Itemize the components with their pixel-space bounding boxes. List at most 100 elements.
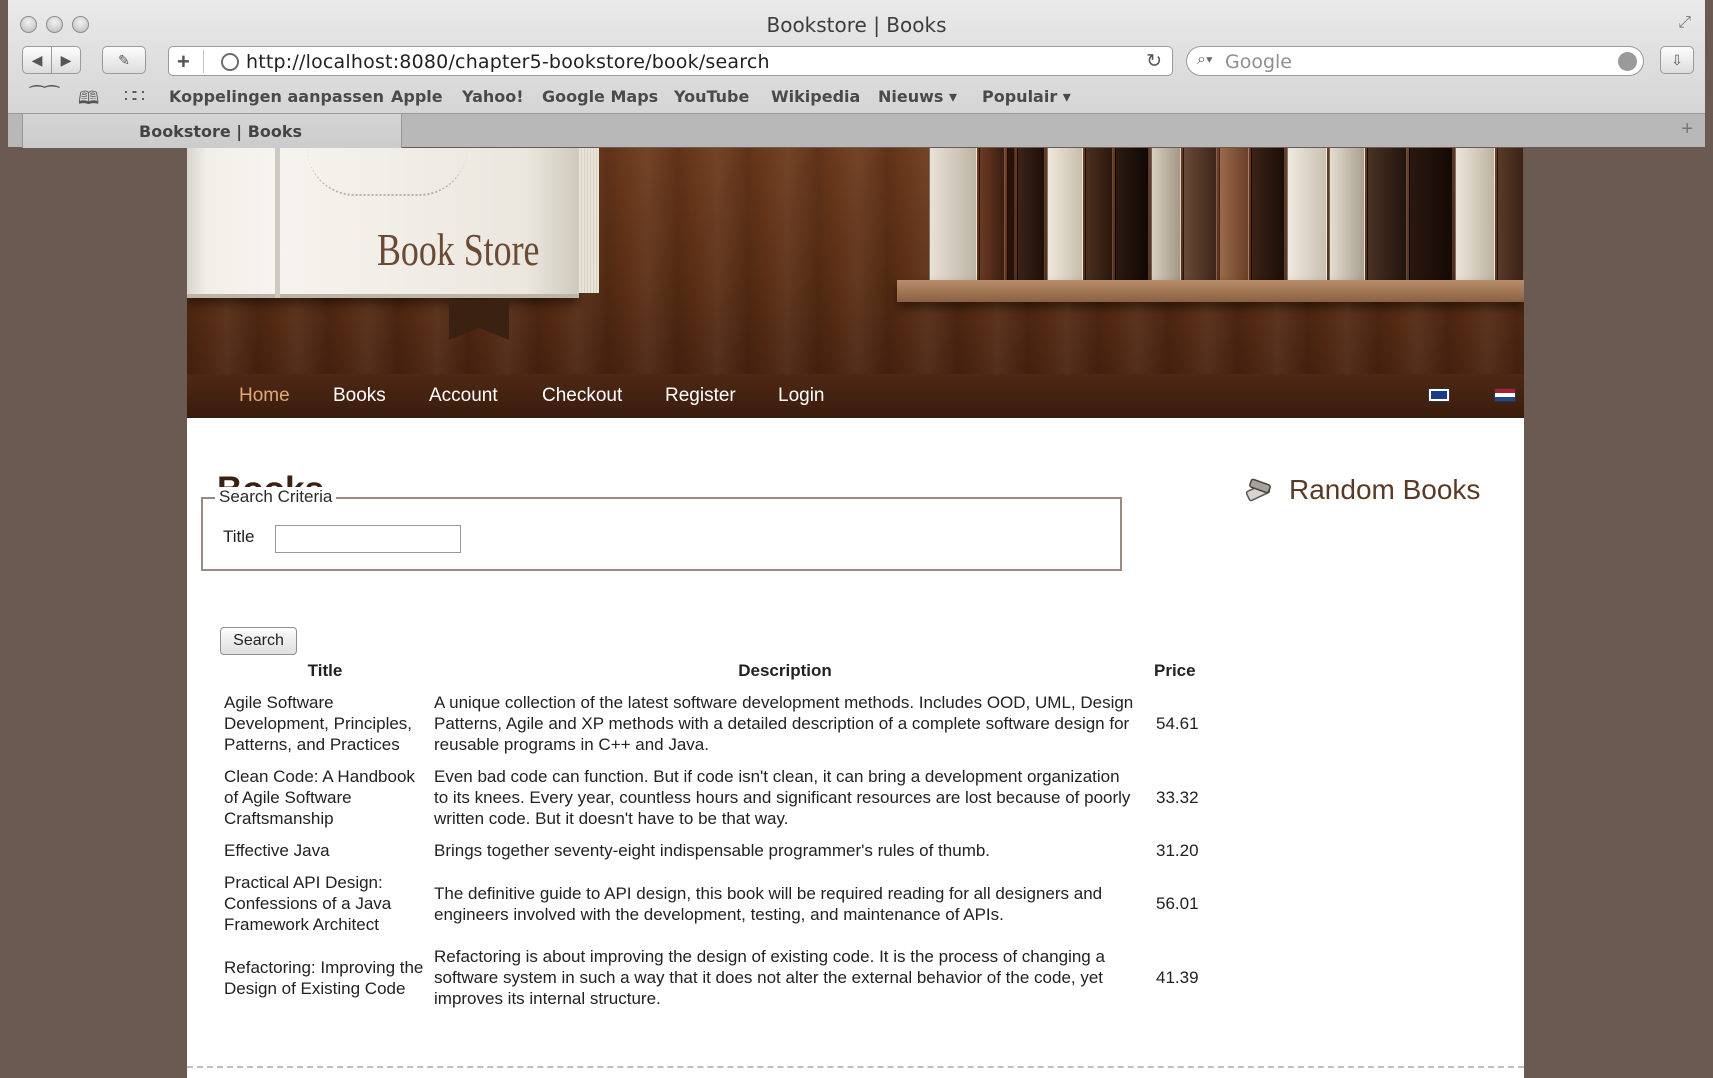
book-price: 56.01 <box>1156 894 1199 913</box>
column-header-title: Title <box>307 661 343 680</box>
nav-register[interactable]: Register <box>665 385 736 407</box>
book-title: Clean Code: A Handbook of Agile Software… <box>224 767 415 828</box>
random-books-heading[interactable]: Random Books <box>1289 474 1480 506</box>
back-button[interactable]: ◀ <box>22 46 52 74</box>
shelf-book <box>1409 148 1453 280</box>
search-button[interactable]: Search <box>220 627 297 655</box>
main-navigation: Home Books Account Checkout Register Log… <box>187 374 1524 418</box>
search-criteria-legend: Search Criteria <box>215 487 337 507</box>
english-flag-icon[interactable] <box>1428 388 1450 402</box>
fullscreen-icon[interactable]: ⤢ <box>1678 14 1691 32</box>
bookmarks-book-icon[interactable]: 🕮 <box>78 86 99 116</box>
bookshelf-illustration <box>929 148 1524 280</box>
bookmark-nieuws[interactable]: Nieuws ▾ <box>878 87 957 106</box>
title-input[interactable] <box>275 525 461 553</box>
table-header-row: Title Description Price <box>220 659 1210 689</box>
download-icon: ⇩ <box>1671 51 1683 68</box>
book-description: A unique collection of the latest softwa… <box>434 693 1134 754</box>
search-icon: ⌕▾ <box>1197 51 1213 68</box>
book-description: Brings together seventy-eight indispensa… <box>434 841 991 860</box>
table-row: Refactoring: Improving the Design of Exi… <box>220 943 1210 1017</box>
book-description: Even bad code can function. But if code … <box>434 767 1131 828</box>
divider <box>203 50 204 73</box>
footer-divider <box>187 1066 1524 1068</box>
table-row: Agile Software Development, Principles, … <box>220 689 1210 763</box>
reading-list-icon[interactable]: ⁀⁀ <box>30 86 59 107</box>
shelf-book <box>1183 148 1217 280</box>
book-price: 54.61 <box>1156 714 1199 733</box>
bookmarks-bar: ⁀⁀ 🕮 ∷∷ Koppelingen aanpassen Apple Yaho… <box>16 84 1696 108</box>
add-bookmark-icon[interactable]: + <box>177 49 190 75</box>
shelf-book <box>1455 148 1495 280</box>
bookmark-youtube[interactable]: YouTube <box>674 87 749 106</box>
shelf-book <box>1329 148 1365 280</box>
bookmark-populair[interactable]: Populair ▾ <box>982 87 1071 106</box>
column-header-description: Description <box>738 661 832 680</box>
nav-checkout[interactable]: Checkout <box>542 385 622 407</box>
pencil-icon: ✎ <box>118 51 130 68</box>
bookmark-wikipedia[interactable]: Wikipedia <box>771 87 860 106</box>
site-logo[interactable]: Book Store <box>377 223 539 276</box>
book-price: 31.20 <box>1156 841 1199 860</box>
book-title: Refactoring: Improving the Design of Exi… <box>224 957 424 998</box>
reload-icon[interactable]: ↻ <box>1146 50 1162 73</box>
nav-home[interactable]: Home <box>239 385 290 407</box>
search-field[interactable]: ⌕▾ Google <box>1186 46 1644 76</box>
bookmark-yahoo[interactable]: Yahoo! <box>462 87 524 106</box>
column-header-price: Price <box>1154 661 1196 680</box>
header-banner: Book Store <box>187 148 1524 374</box>
shelf-board <box>897 280 1524 302</box>
book-description: Refactoring is about improving the desig… <box>434 947 1105 1008</box>
shelf-book <box>1219 148 1249 280</box>
new-tab-icon[interactable]: + <box>1681 118 1693 141</box>
shelf-book <box>1017 148 1045 280</box>
bookmark-koppelingen[interactable]: Koppelingen aanpassen <box>169 87 384 106</box>
shelf-book <box>1085 148 1113 280</box>
book-pages-edge <box>579 148 599 293</box>
shelf-book <box>1007 148 1015 280</box>
nav-account[interactable]: Account <box>429 385 498 407</box>
book-spine <box>275 148 280 298</box>
shelf-book <box>929 148 977 280</box>
nav-login[interactable]: Login <box>778 385 825 407</box>
share-button[interactable]: ✎ <box>102 46 146 74</box>
book-description: The definitive guide to API design, this… <box>434 883 1103 924</box>
address-bar[interactable]: + http://localhost:8080/chapter5-booksto… <box>168 46 1173 76</box>
book-price: 41.39 <box>1156 968 1199 987</box>
bookstore-page: Book Store Home Books Account Checkout R… <box>187 148 1524 1078</box>
book-title: Practical API Design: Confessions of a J… <box>224 873 392 934</box>
table-row: Clean Code: A Handbook of Agile Software… <box>220 763 1210 837</box>
bookmark-apple[interactable]: Apple <box>391 87 443 106</box>
shelf-book <box>1367 148 1407 280</box>
snapback-icon[interactable] <box>1618 52 1637 71</box>
nav-books[interactable]: Books <box>333 385 386 407</box>
downloads-button[interactable]: ⇩ <box>1660 46 1694 74</box>
bookmark-google-maps[interactable]: Google Maps <box>542 87 658 106</box>
results-table: Title Description Price Agile Software D… <box>220 659 1210 1017</box>
search-placeholder: Google <box>1225 51 1293 73</box>
tab-label: Bookstore | Books <box>139 122 303 141</box>
search-criteria-fieldset: Search Criteria Title <box>201 487 1122 571</box>
book-price: 33.32 <box>1156 788 1199 807</box>
books-icon <box>1245 478 1271 502</box>
shelf-book <box>1251 148 1285 280</box>
shelf-book <box>1497 148 1524 280</box>
table-row: Practical API Design: Confessions of a J… <box>220 869 1210 943</box>
open-book-illustration: Book Store <box>187 148 579 298</box>
ornament-decoration <box>307 148 467 196</box>
url-text[interactable]: http://localhost:8080/chapter5-bookstore… <box>246 51 770 73</box>
globe-icon <box>221 53 239 71</box>
shelf-book <box>1115 148 1149 280</box>
table-row: Effective Java Brings together seventy-e… <box>220 837 1210 869</box>
tab-bookstore[interactable]: Bookstore | Books <box>22 114 402 148</box>
book-title: Effective Java <box>224 841 330 860</box>
forward-button[interactable]: ▶ <box>51 46 81 74</box>
top-sites-grid-icon[interactable]: ∷∷ <box>124 86 145 107</box>
dutch-flag-icon[interactable] <box>1494 388 1516 402</box>
window-title: Bookstore | Books <box>766 13 947 37</box>
shelf-book <box>1151 148 1181 280</box>
ribbon-bookmark-icon <box>449 300 509 340</box>
browser-chrome: Bookstore | Books ⤢ ◀ ▶ ✎ + http://local… <box>8 0 1705 148</box>
shelf-book <box>979 148 1005 280</box>
title-label: Title <box>223 527 255 546</box>
